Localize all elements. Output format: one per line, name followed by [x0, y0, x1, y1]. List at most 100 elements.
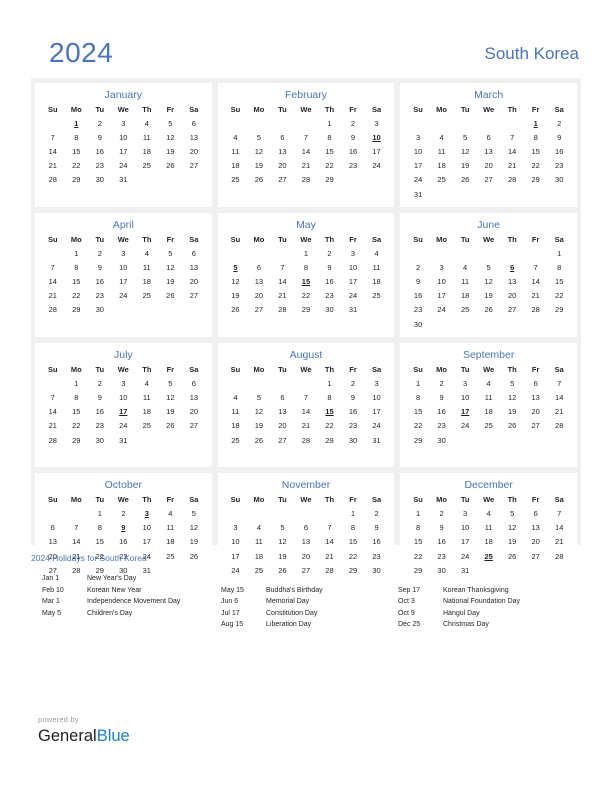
- day-cell[interactable]: 1: [294, 246, 318, 260]
- day-cell[interactable]: 15: [341, 535, 365, 549]
- day-cell[interactable]: 1: [88, 506, 112, 520]
- day-cell[interactable]: 25: [224, 433, 248, 447]
- day-cell[interactable]: 22: [547, 289, 571, 303]
- day-cell[interactable]: 9: [318, 260, 342, 274]
- day-cell[interactable]: 25: [135, 289, 159, 303]
- day-cell[interactable]: 19: [224, 289, 248, 303]
- day-cell[interactable]: 11: [159, 521, 183, 535]
- day-cell[interactable]: 3: [112, 116, 136, 130]
- day-cell[interactable]: 15: [524, 144, 548, 158]
- day-cell[interactable]: 18: [453, 289, 477, 303]
- day-cell[interactable]: 18: [159, 535, 183, 549]
- day-cell[interactable]: 14: [41, 275, 65, 289]
- day-cell[interactable]: 16: [88, 275, 112, 289]
- day-cell[interactable]: 20: [271, 419, 295, 433]
- day-cell[interactable]: 6: [524, 376, 548, 390]
- day-cell[interactable]: 11: [135, 260, 159, 274]
- day-cell[interactable]: 3: [365, 116, 389, 130]
- day-cell-holiday[interactable]: 15: [294, 275, 318, 289]
- day-cell[interactable]: 5: [159, 376, 183, 390]
- day-cell[interactable]: 27: [477, 173, 501, 187]
- day-cell[interactable]: 30: [547, 173, 571, 187]
- day-cell[interactable]: 10: [406, 144, 430, 158]
- day-cell[interactable]: 1: [341, 506, 365, 520]
- day-cell[interactable]: 2: [365, 506, 389, 520]
- day-cell[interactable]: 25: [365, 289, 389, 303]
- day-cell[interactable]: 15: [406, 535, 430, 549]
- day-cell[interactable]: 14: [500, 144, 524, 158]
- day-cell[interactable]: 22: [65, 159, 89, 173]
- day-cell[interactable]: 23: [88, 159, 112, 173]
- day-cell[interactable]: 14: [41, 144, 65, 158]
- day-cell[interactable]: 28: [41, 173, 65, 187]
- day-cell[interactable]: 22: [294, 289, 318, 303]
- day-cell-holiday[interactable]: 15: [318, 405, 342, 419]
- day-cell[interactable]: 4: [430, 130, 454, 144]
- day-cell-holiday[interactable]: 17: [453, 405, 477, 419]
- day-cell[interactable]: 11: [224, 405, 248, 419]
- day-cell[interactable]: 2: [341, 116, 365, 130]
- day-cell[interactable]: 26: [159, 289, 183, 303]
- day-cell[interactable]: 9: [341, 130, 365, 144]
- day-cell[interactable]: 24: [341, 289, 365, 303]
- day-cell[interactable]: 3: [112, 376, 136, 390]
- day-cell[interactable]: 8: [547, 260, 571, 274]
- day-cell[interactable]: 3: [112, 246, 136, 260]
- day-cell[interactable]: 20: [524, 405, 548, 419]
- day-cell[interactable]: 22: [65, 289, 89, 303]
- day-cell[interactable]: 3: [365, 376, 389, 390]
- day-cell[interactable]: 5: [159, 116, 183, 130]
- day-cell[interactable]: 14: [547, 521, 571, 535]
- day-cell[interactable]: 5: [477, 260, 501, 274]
- day-cell[interactable]: 30: [88, 173, 112, 187]
- day-cell[interactable]: 27: [182, 289, 206, 303]
- day-cell[interactable]: 17: [341, 275, 365, 289]
- day-cell[interactable]: 1: [406, 506, 430, 520]
- day-cell[interactable]: 10: [135, 521, 159, 535]
- day-cell[interactable]: 30: [406, 317, 430, 331]
- day-cell[interactable]: 28: [294, 173, 318, 187]
- day-cell[interactable]: 4: [477, 376, 501, 390]
- day-cell[interactable]: 10: [224, 535, 248, 549]
- day-cell[interactable]: 24: [406, 173, 430, 187]
- day-cell[interactable]: 15: [65, 144, 89, 158]
- day-cell[interactable]: 26: [453, 173, 477, 187]
- day-cell[interactable]: 11: [430, 144, 454, 158]
- day-cell[interactable]: 12: [247, 144, 271, 158]
- day-cell[interactable]: 27: [500, 303, 524, 317]
- day-cell[interactable]: 23: [88, 419, 112, 433]
- day-cell[interactable]: 24: [453, 419, 477, 433]
- day-cell[interactable]: 30: [341, 433, 365, 447]
- day-cell[interactable]: 28: [547, 419, 571, 433]
- day-cell[interactable]: 24: [430, 303, 454, 317]
- day-cell[interactable]: 22: [318, 159, 342, 173]
- day-cell[interactable]: 4: [135, 246, 159, 260]
- day-cell[interactable]: 6: [247, 260, 271, 274]
- day-cell[interactable]: 9: [88, 130, 112, 144]
- day-cell[interactable]: 12: [247, 405, 271, 419]
- day-cell[interactable]: 14: [524, 275, 548, 289]
- day-cell[interactable]: 14: [294, 144, 318, 158]
- day-cell[interactable]: 9: [406, 275, 430, 289]
- day-cell[interactable]: 10: [453, 390, 477, 404]
- day-cell[interactable]: 6: [182, 376, 206, 390]
- day-cell[interactable]: 27: [247, 303, 271, 317]
- day-cell[interactable]: 4: [247, 521, 271, 535]
- day-cell[interactable]: 26: [224, 303, 248, 317]
- day-cell[interactable]: 12: [182, 521, 206, 535]
- day-cell[interactable]: 25: [135, 419, 159, 433]
- day-cell[interactable]: 17: [365, 405, 389, 419]
- day-cell[interactable]: 11: [365, 260, 389, 274]
- day-cell[interactable]: 4: [135, 376, 159, 390]
- day-cell[interactable]: 15: [547, 275, 571, 289]
- day-cell[interactable]: 18: [224, 159, 248, 173]
- day-cell[interactable]: 26: [159, 159, 183, 173]
- day-cell[interactable]: 20: [271, 159, 295, 173]
- day-cell[interactable]: 7: [294, 390, 318, 404]
- day-cell[interactable]: 26: [500, 419, 524, 433]
- day-cell[interactable]: 29: [65, 173, 89, 187]
- day-cell[interactable]: 1: [318, 116, 342, 130]
- day-cell[interactable]: 20: [500, 289, 524, 303]
- day-cell[interactable]: 18: [135, 144, 159, 158]
- day-cell[interactable]: 5: [247, 390, 271, 404]
